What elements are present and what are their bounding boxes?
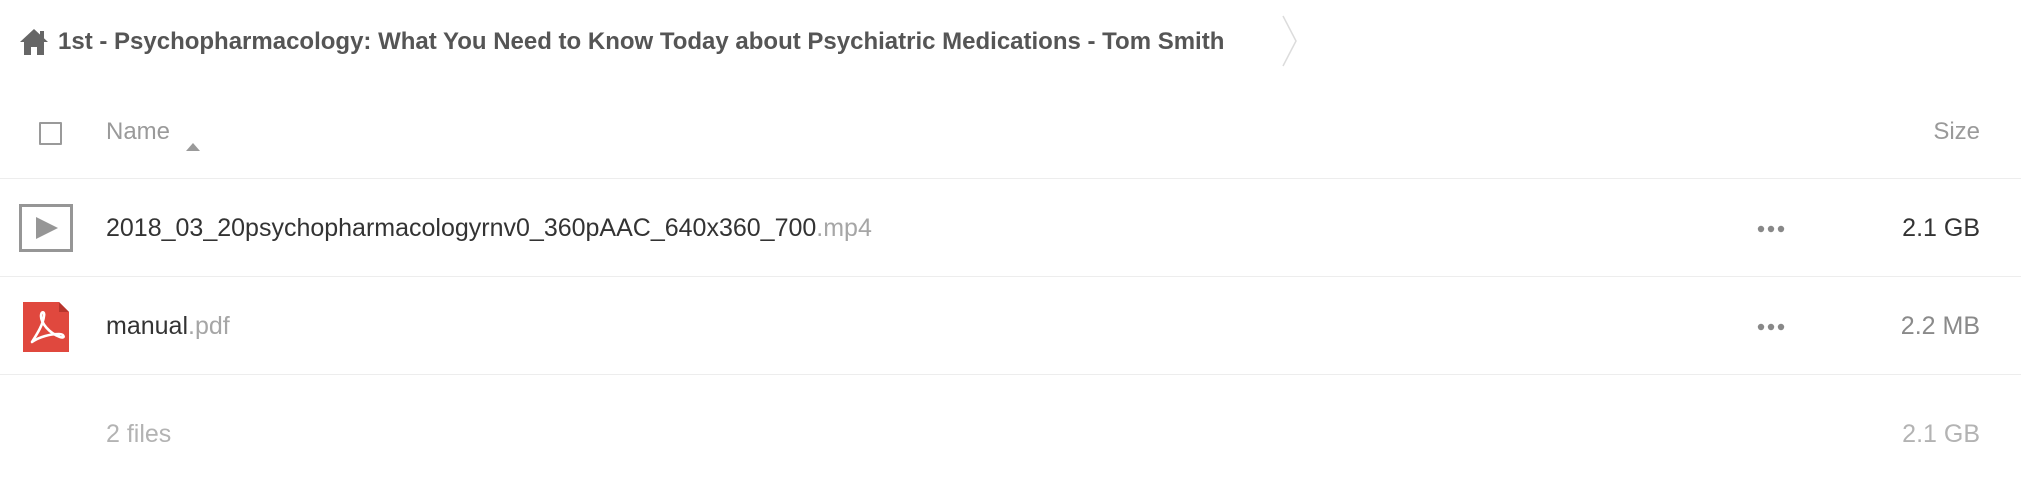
file-name[interactable]: manual.pdf — [106, 306, 230, 346]
pdf-icon — [19, 301, 73, 353]
file-extension: .mp4 — [816, 214, 872, 242]
file-list-header: Name Size — [0, 82, 2021, 179]
size-column-header[interactable]: Size — [1933, 112, 1980, 152]
file-name[interactable]: 2018_03_20psychopharmacologyrnv0_360pAAC… — [106, 208, 872, 248]
files-count: 2 files — [106, 420, 172, 448]
name-column-label: Name — [106, 118, 171, 145]
total-size: 2.1 GB — [1902, 420, 1980, 448]
file-basename: manual — [106, 312, 188, 340]
file-size: 2.2 MB — [1900, 312, 1980, 340]
name-column-header[interactable]: Name — [106, 112, 202, 152]
select-all-checkbox[interactable] — [39, 122, 62, 145]
file-row[interactable]: 2018_03_20psychopharmacologyrnv0_360pAAC… — [0, 179, 2021, 277]
file-extension: .pdf — [188, 312, 230, 340]
more-icon[interactable] — [1756, 215, 1786, 243]
file-row[interactable]: manual.pdf 2.2 MB — [0, 277, 2021, 375]
file-list-summary: 2 files 2.1 GB — [0, 376, 2021, 490]
home-icon[interactable] — [19, 27, 49, 57]
more-icon[interactable] — [1756, 313, 1786, 341]
chevron-right-icon — [1280, 14, 1300, 68]
sort-ascending-icon — [184, 126, 202, 151]
file-basename: 2018_03_20psychopharmacologyrnv0_360pAAC… — [106, 214, 817, 242]
video-icon — [19, 203, 73, 255]
breadcrumb-current-folder[interactable]: 1st - Psychopharmacology: What You Need … — [58, 20, 1224, 64]
breadcrumb: 1st - Psychopharmacology: What You Need … — [0, 0, 2021, 82]
file-size: 2.1 GB — [1902, 214, 1980, 242]
